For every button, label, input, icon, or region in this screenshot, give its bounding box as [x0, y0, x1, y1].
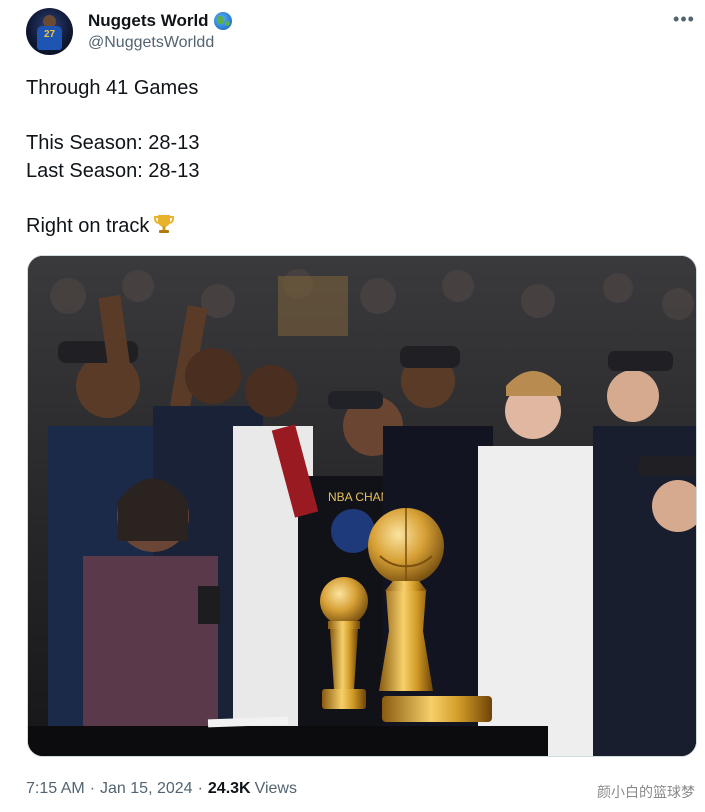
- tweet-date[interactable]: Jan 15, 2024: [100, 780, 193, 798]
- tweet-line-4-text: Right on track: [26, 215, 150, 237]
- display-name[interactable]: Nuggets World: [88, 11, 209, 31]
- avatar[interactable]: 27: [26, 8, 73, 55]
- views-count: 24.3K: [207, 780, 251, 797]
- avatar-jersey-number: 27: [43, 29, 56, 40]
- tweet-header: 27 Nuggets World @NuggetsWorldd •••: [26, 8, 698, 58]
- tweet-photo[interactable]: NBA CHAMPS: [27, 255, 697, 757]
- tweet-line-2: This Season: 28-13: [26, 132, 200, 154]
- views-label: Views: [254, 780, 297, 797]
- photo-scene: NBA CHAMPS: [28, 256, 696, 756]
- tweet-line-4: Right on track: [26, 212, 686, 243]
- tweet-line-1: Through 41 Games: [26, 77, 199, 99]
- tweet-meta: 7:15 AM · Jan 15, 2024 · 24.3K Views: [26, 780, 297, 798]
- globe-icon: [213, 12, 232, 30]
- user-handle[interactable]: @NuggetsWorldd: [88, 34, 214, 52]
- tweet-text: Through 41 Games This Season: 28-13 Last…: [26, 74, 686, 243]
- trophy-icon: [153, 213, 175, 243]
- tweet-time[interactable]: 7:15 AM: [26, 780, 85, 798]
- meta-separator: ·: [89, 780, 96, 797]
- watermark: 颜小白的篮球梦: [597, 784, 695, 800]
- more-options-icon[interactable]: •••: [672, 10, 696, 34]
- meta-separator: ·: [197, 780, 203, 797]
- tweet-line-3: Last Season: 28-13: [26, 160, 200, 182]
- name-row: Nuggets World: [88, 11, 232, 31]
